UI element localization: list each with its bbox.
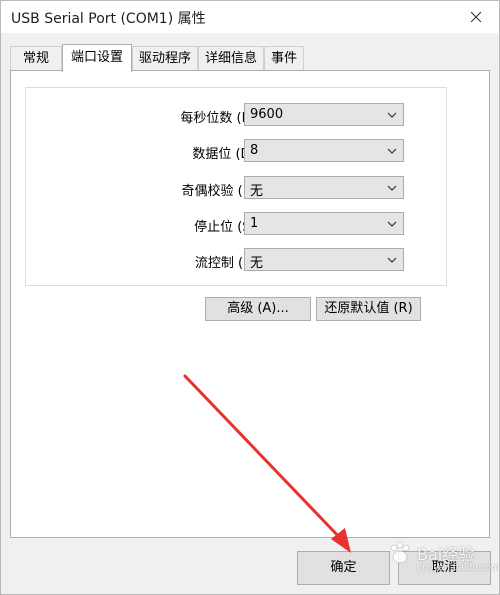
flow-control-select[interactable]: 无 (244, 248, 404, 271)
tab-driver[interactable]: 驱动程序 (132, 46, 198, 71)
row-parity: 奇偶校验 (P): 无 (26, 176, 446, 200)
properties-window: USB Serial Port (COM1) 属性 常规 端口设置 驱动程序 详… (0, 0, 500, 595)
chevron-down-icon (387, 185, 397, 191)
bits-per-second-value: 9600 (250, 107, 284, 122)
parity-select[interactable]: 无 (244, 176, 404, 199)
restore-defaults-button[interactable]: 还原默认值 (R) (316, 297, 421, 321)
bits-per-second-select[interactable]: 9600 (244, 103, 404, 126)
ok-button[interactable]: 确定 (297, 551, 390, 585)
chevron-down-icon (387, 257, 397, 263)
data-bits-select[interactable]: 8 (244, 139, 404, 162)
stop-bits-select[interactable]: 1 (244, 212, 404, 235)
chevron-down-icon (387, 148, 397, 154)
flow-control-value: 无 (250, 256, 264, 271)
row-bits-per-second: 每秒位数 (B): 9600 (26, 103, 446, 127)
row-data-bits: 数据位 (D): 8 (26, 139, 446, 163)
tab-details[interactable]: 详细信息 (198, 46, 264, 71)
chevron-down-icon (387, 221, 397, 227)
port-settings-panel: 每秒位数 (B): 9600 数据位 (D): 8 奇偶校验 (P): 无 停止… (10, 70, 490, 538)
parity-value: 无 (250, 184, 264, 199)
settings-group: 每秒位数 (B): 9600 数据位 (D): 8 奇偶校验 (P): 无 停止… (25, 87, 447, 286)
cancel-button[interactable]: 取消 (398, 551, 491, 585)
tab-general[interactable]: 常规 (10, 46, 62, 71)
tab-events[interactable]: 事件 (264, 46, 304, 71)
row-flow-control: 流控制 (F): 无 (26, 248, 446, 272)
tab-port-settings[interactable]: 端口设置 (62, 44, 132, 72)
close-icon (470, 11, 482, 23)
chevron-down-icon (387, 112, 397, 118)
advanced-button[interactable]: 高级 (A)... (205, 297, 311, 321)
row-stop-bits: 停止位 (S): 1 (26, 212, 446, 236)
window-title: USB Serial Port (COM1) 属性 (11, 11, 206, 27)
close-button[interactable] (453, 1, 499, 33)
title-bar: USB Serial Port (COM1) 属性 (1, 1, 499, 33)
stop-bits-value: 1 (250, 216, 259, 231)
data-bits-value: 8 (250, 143, 259, 158)
